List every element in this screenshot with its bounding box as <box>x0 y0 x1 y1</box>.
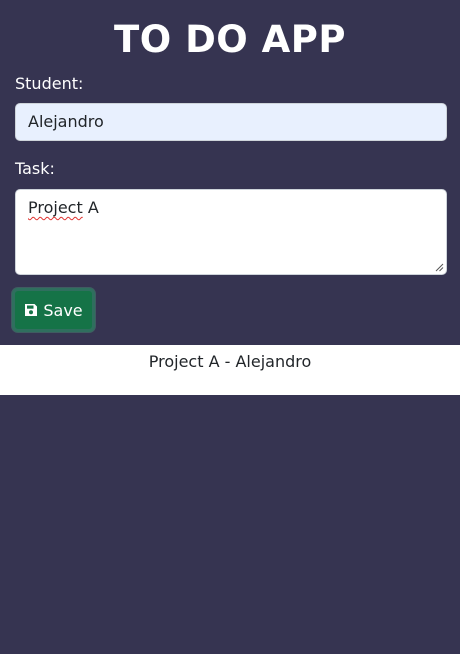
task-list-item: Project A - Alejandro <box>148 352 312 371</box>
resize-handle-icon[interactable] <box>435 263 444 272</box>
save-button-label: Save <box>43 300 83 320</box>
todo-app: TO DO APP Student: Alejandro Task: Proje… <box>0 0 460 654</box>
task-text-rest: A <box>82 198 99 217</box>
task-text-misspelled-word: Project <box>28 198 83 217</box>
task-label: Task: <box>15 159 55 178</box>
student-label: Student: <box>15 74 84 93</box>
floppy-disk-icon <box>24 303 38 317</box>
student-input[interactable]: Alejandro <box>15 103 447 141</box>
student-input-value: Alejandro <box>28 112 104 131</box>
page-title: TO DO APP <box>114 18 346 61</box>
save-button[interactable]: Save <box>12 288 95 332</box>
task-textarea[interactable]: Project A <box>15 189 447 275</box>
task-list: Project A - Alejandro <box>0 345 460 395</box>
